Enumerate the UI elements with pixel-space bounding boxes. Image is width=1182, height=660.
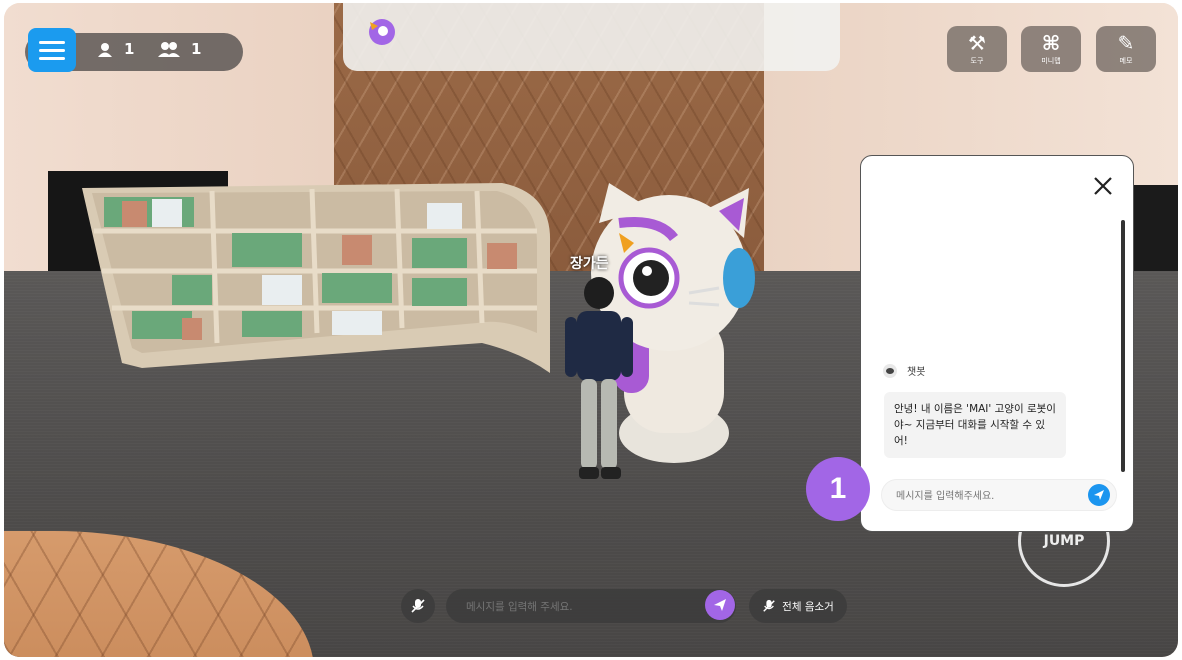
users-count: 1 xyxy=(124,40,135,58)
memo-button[interactable]: ✎ 메모 xyxy=(1096,26,1156,72)
menu-line xyxy=(39,56,65,60)
top-banner xyxy=(343,3,840,71)
bot-message-bubble: 안녕! 내 이름은 'MAI' 고양이 로봇이야~ 지금부터 대화를 시작할 수… xyxy=(884,392,1066,458)
bookshelf xyxy=(82,183,551,373)
mic-off-icon xyxy=(411,599,425,613)
tools-label: 도구 xyxy=(970,57,984,65)
send-icon xyxy=(714,599,726,611)
send-icon xyxy=(1094,490,1104,500)
tools-button[interactable]: ⚒ 도구 xyxy=(947,26,1007,72)
memo-icon: ✎ xyxy=(1117,31,1135,55)
chatbot-panel: 챗봇 안녕! 내 이름은 'MAI' 고양이 로봇이야~ 지금부터 대화를 시작… xyxy=(860,155,1134,532)
message-send-button[interactable] xyxy=(705,590,735,620)
minimap-label: 미니맵 xyxy=(1041,57,1061,65)
chat-input-box[interactable] xyxy=(881,479,1117,511)
bot-name: 챗봇 xyxy=(907,367,926,378)
memo-label: 메모 xyxy=(1119,57,1133,65)
hamburger-menu-button[interactable] xyxy=(28,28,76,72)
mute-all-button[interactable]: 전체 음소거 xyxy=(749,589,847,623)
user-headset-icon xyxy=(98,43,112,57)
message-input[interactable] xyxy=(464,597,698,617)
message-bar[interactable] xyxy=(446,589,736,623)
users-counter[interactable]: 1 xyxy=(96,40,134,58)
bot-header: 챗봇 xyxy=(883,363,925,378)
minimap-icon: ⌘ xyxy=(1041,31,1061,55)
bot-avatar-icon xyxy=(883,363,897,378)
menu-line xyxy=(39,40,65,44)
chat-send-button[interactable] xyxy=(1088,484,1110,506)
close-icon[interactable] xyxy=(1091,174,1115,198)
tools-icon: ⚒ xyxy=(968,31,986,55)
chat-scrollbar[interactable] xyxy=(1121,220,1125,472)
people-count: 1 xyxy=(191,40,202,58)
player-avatar[interactable] xyxy=(559,275,639,490)
mic-mute-button[interactable] xyxy=(401,589,435,623)
mai-logo-icon xyxy=(369,19,395,45)
step-number-badge: 1 xyxy=(806,457,870,521)
people-counter[interactable]: 1 xyxy=(157,40,201,58)
people-icon xyxy=(158,42,180,57)
minimap-button[interactable]: ⌘ 미니맵 xyxy=(1021,26,1081,72)
mute-all-label: 전체 음소거 xyxy=(782,600,834,613)
mic-off-icon xyxy=(763,599,775,612)
player-name-tag: 장가든 xyxy=(570,256,609,272)
chat-message-input[interactable] xyxy=(894,486,1088,506)
menu-line xyxy=(39,48,65,52)
